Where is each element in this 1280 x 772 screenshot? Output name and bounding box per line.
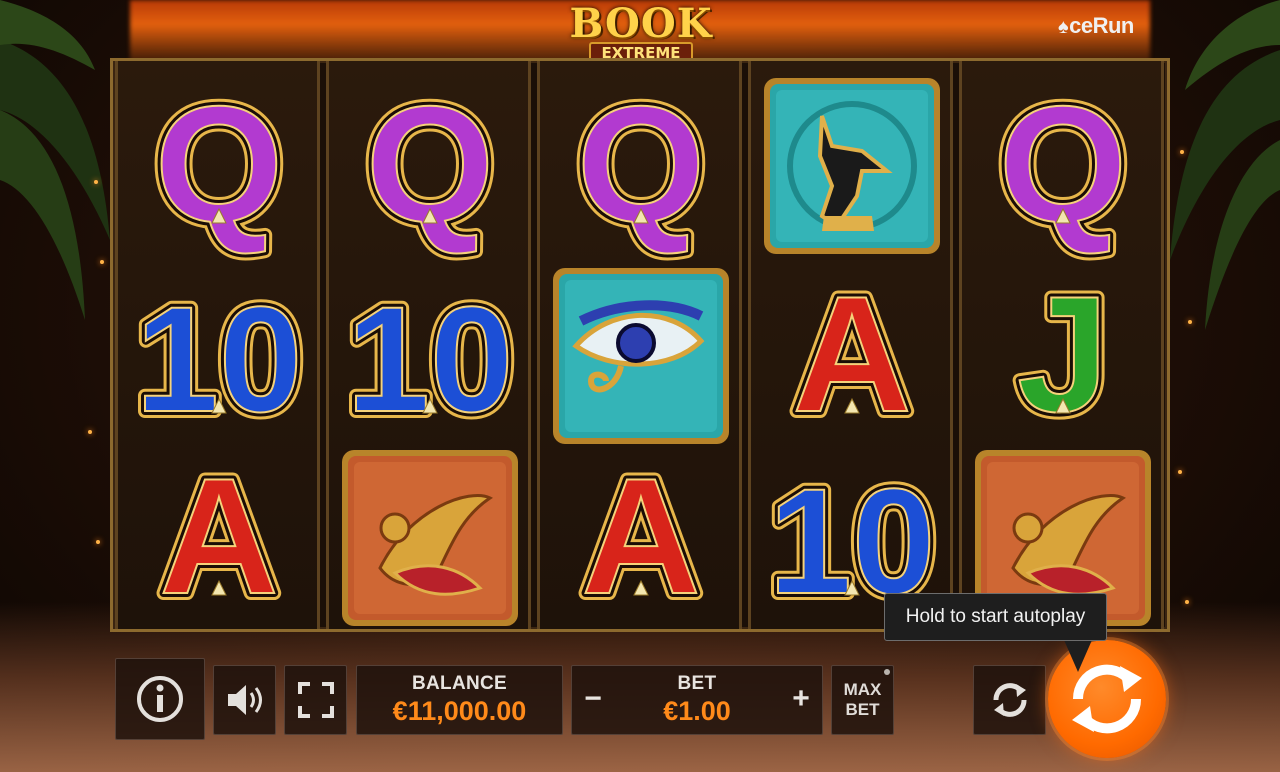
symbol-winged-goddess-icon <box>337 448 522 628</box>
bet-selector: − BET €1.00 + <box>571 665 823 735</box>
svg-text:10: 10 <box>135 275 302 443</box>
ember <box>94 180 98 184</box>
provider-brand: ♠ceRun <box>1058 13 1134 39</box>
balance-label: BALANCE <box>412 673 507 694</box>
reel-3: Q Q Q A A A <box>537 61 742 635</box>
tooltip-pointer <box>1064 640 1092 672</box>
bet-label: BET <box>677 673 717 694</box>
bet-increase-button[interactable]: + <box>786 682 816 716</box>
symbol-a-icon: A A A <box>548 437 733 635</box>
symbol-j-icon: J J J <box>970 255 1155 453</box>
indicator-dot <box>884 669 890 675</box>
reel-4: A A A 10 10 10 <box>748 61 953 632</box>
reel-grid: Q Q Q 10 10 10 A A A Q Q Q 10 10 10 Q Q … <box>110 58 1170 635</box>
sound-button[interactable] <box>213 665 276 735</box>
autoplay-tooltip: Hold to start autoplay <box>884 593 1107 641</box>
balance-value: €11,000.00 <box>392 696 527 726</box>
fullscreen-button[interactable] <box>284 665 347 735</box>
svg-text:A: A <box>792 262 911 446</box>
svg-text:Q: Q <box>365 72 493 256</box>
svg-text:Q: Q <box>998 72 1126 256</box>
symbol-a-icon: A A A <box>126 437 311 635</box>
symbol-a-icon: A A A <box>759 255 944 453</box>
ember <box>88 430 92 434</box>
info-button[interactable] <box>115 658 205 740</box>
spade-icon: ♠ <box>1058 16 1069 38</box>
symbol-anubis-icon <box>759 76 944 256</box>
speaker-icon <box>227 685 262 715</box>
bet-value: €1.00 <box>663 696 731 726</box>
svg-text:Q: Q <box>576 72 704 256</box>
ember <box>1178 470 1182 474</box>
ember <box>1180 150 1184 154</box>
max-bet-button[interactable]: MAX BET <box>831 665 894 735</box>
max-bet-line1: MAX <box>843 680 882 699</box>
svg-text:Q: Q <box>154 72 282 256</box>
balance-display: BALANCE €11,000.00 <box>356 665 563 735</box>
palm-leaves-left <box>0 0 110 320</box>
svg-text:A: A <box>159 444 278 628</box>
ember <box>100 260 104 264</box>
brand-name: ceRun <box>1069 13 1134 38</box>
symbol-q-icon: Q Q Q <box>126 65 311 263</box>
symbol-10-icon: 10 10 10 <box>126 266 311 450</box>
symbol-eye-of-horus-icon <box>548 266 733 446</box>
palm-leaves-right <box>1170 0 1280 330</box>
max-bet-line2: BET <box>845 700 880 719</box>
fullscreen-icon <box>297 682 334 718</box>
reel-2: Q Q Q 10 10 10 <box>326 61 531 629</box>
game-logo: BOOK EXTREME <box>556 4 726 64</box>
ember <box>96 540 100 544</box>
symbol-10-icon: 10 10 10 <box>337 266 522 450</box>
svg-text:A: A <box>581 444 700 628</box>
autoplay-icon <box>992 683 1027 717</box>
symbol-q-icon: Q Q Q <box>970 65 1155 263</box>
symbol-q-icon: Q Q Q <box>548 65 733 263</box>
reel-5: Q Q Q J J J <box>959 61 1164 629</box>
svg-text:10: 10 <box>346 275 513 443</box>
symbol-q-icon: Q Q Q <box>337 65 522 263</box>
info-icon <box>137 676 183 722</box>
autoplay-button[interactable] <box>973 665 1046 735</box>
bet-decrease-button[interactable]: − <box>578 682 608 716</box>
bet-display: BET €1.00 <box>663 673 731 727</box>
logo-title: BOOK <box>569 0 713 47</box>
svg-text:J: J <box>1017 262 1109 446</box>
reel-1: Q Q Q 10 10 10 A A A <box>115 61 320 635</box>
ember <box>1188 320 1192 324</box>
